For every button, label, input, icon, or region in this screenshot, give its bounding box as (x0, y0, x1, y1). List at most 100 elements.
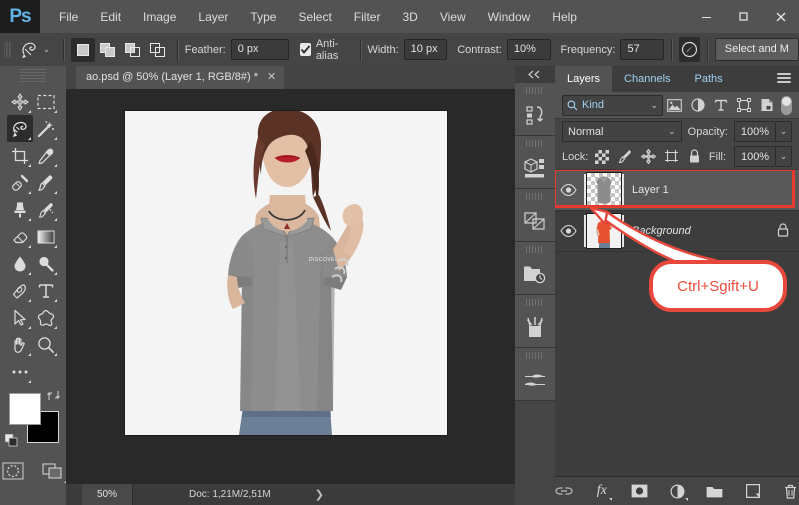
contrast-input[interactable]: 10% (506, 39, 551, 60)
menu-image[interactable]: Image (132, 6, 187, 28)
table-row[interactable]: Layer 1 (555, 170, 799, 211)
brush-tool[interactable] (33, 169, 59, 196)
tab-channels[interactable]: Channels (612, 66, 683, 92)
tab-paths[interactable]: Paths (682, 66, 735, 92)
path-selection-tool[interactable] (7, 304, 33, 331)
opacity-slider-caret[interactable]: ⌄ (776, 121, 792, 142)
filter-shape-icon[interactable] (732, 95, 755, 115)
rectangular-marquee-tool[interactable] (33, 88, 59, 115)
canvas-viewport[interactable]: DISCOVERY (66, 89, 515, 482)
swap-colors-icon[interactable] (47, 389, 60, 405)
lock-position-icon[interactable] (640, 148, 658, 166)
layer-visibility-toggle[interactable] (555, 184, 582, 196)
options-bar-grip[interactable] (4, 41, 12, 58)
default-colors-icon[interactable] (4, 433, 18, 447)
horizontal-type-tool[interactable] (33, 277, 59, 304)
magnetic-lasso-icon[interactable] (20, 37, 42, 62)
dock-item-history[interactable] (515, 242, 555, 295)
menu-layer[interactable]: Layer (187, 6, 239, 28)
custom-shape-tool[interactable] (33, 304, 59, 331)
eyedropper-tool[interactable] (33, 142, 59, 169)
document-tab[interactable]: ao.psd @ 50% (Layer 1, RGB/8#) * ✕ (76, 66, 285, 89)
zoom-level-input[interactable]: 50% (82, 484, 133, 505)
filter-pixel-icon[interactable] (663, 95, 686, 115)
tab-layers[interactable]: Layers (555, 66, 613, 92)
screen-mode-icon[interactable] (41, 459, 67, 483)
dodge-tool[interactable] (33, 250, 59, 277)
layer-name[interactable]: Layer 1 (632, 184, 669, 196)
add-to-selection-button[interactable] (96, 38, 120, 62)
dock-grip[interactable] (526, 87, 544, 94)
edit-toolbar-ellipsis[interactable] (7, 358, 33, 385)
quick-mask-icon[interactable] (1, 459, 25, 483)
clone-stamp-tool[interactable] (7, 196, 33, 223)
blend-mode-select[interactable]: Normal ⌄ (562, 121, 682, 142)
layer-visibility-toggle[interactable] (555, 225, 582, 237)
dock-grip[interactable] (526, 299, 544, 306)
select-and-mask-button[interactable]: Select and M (714, 38, 799, 61)
intersect-selection-button[interactable] (146, 38, 170, 62)
dock-grip[interactable] (526, 140, 544, 147)
menu-window[interactable]: Window (477, 6, 542, 28)
menu-view[interactable]: View (429, 6, 477, 28)
foreground-color-swatch[interactable] (9, 393, 41, 425)
table-row[interactable]: Background (555, 211, 799, 252)
dock-item-history-actions[interactable] (515, 83, 555, 136)
dock-item-brush-settings[interactable] (515, 348, 555, 401)
width-input[interactable]: 10 px (403, 39, 448, 60)
status-expand-icon[interactable]: ❯ (315, 488, 324, 501)
fill-input[interactable]: 100% (734, 146, 777, 167)
tool-preset-caret[interactable]: ⌄ (43, 44, 51, 55)
new-layer-icon[interactable] (744, 481, 762, 501)
double-chevron-left-icon[interactable] (515, 66, 555, 83)
filter-enable-toggle[interactable] (781, 95, 792, 115)
layer-filter-kind-select[interactable]: Kind ⌄ (562, 94, 663, 116)
eraser-tool[interactable] (7, 223, 33, 250)
chevron-down-icon[interactable]: ⌄ (668, 126, 676, 137)
filter-adjustment-icon[interactable] (686, 95, 709, 115)
filter-smart-object-icon[interactable] (755, 95, 778, 115)
menu-file[interactable]: File (48, 6, 89, 28)
tools-panel-grip[interactable] (20, 69, 46, 83)
delete-layer-icon[interactable] (781, 481, 799, 501)
new-group-icon[interactable] (706, 481, 724, 501)
menu-help[interactable]: Help (541, 6, 588, 28)
magnetic-lasso-tool[interactable] (7, 115, 33, 142)
move-tool[interactable] (7, 88, 33, 115)
menu-edit[interactable]: Edit (89, 6, 132, 28)
dock-grip[interactable] (526, 246, 544, 253)
fill-slider-caret[interactable]: ⌄ (776, 146, 793, 167)
link-layers-icon[interactable] (555, 481, 573, 501)
gradient-tool[interactable] (33, 223, 59, 250)
add-layer-mask-icon[interactable] (631, 481, 649, 501)
layer-thumbnail[interactable] (586, 213, 622, 249)
lock-all-icon[interactable] (686, 148, 704, 166)
new-fill-adjustment-icon[interactable] (668, 481, 688, 501)
opacity-input[interactable]: 100% (734, 121, 776, 142)
filter-type-icon[interactable] (709, 95, 732, 115)
frequency-input[interactable]: 57 (620, 39, 665, 60)
lock-transparent-pixels-icon[interactable] (593, 148, 611, 166)
close-button[interactable] (762, 0, 799, 33)
zoom-tool[interactable] (33, 331, 59, 358)
hand-tool[interactable] (7, 331, 33, 358)
antialias-checkbox[interactable] (299, 43, 311, 56)
dock-grip[interactable] (526, 193, 544, 200)
dock-item-3d[interactable] (515, 136, 555, 189)
dock-item-brushes[interactable] (515, 295, 555, 348)
maximize-button[interactable] (725, 0, 762, 33)
new-selection-button[interactable] (71, 37, 96, 62)
pen-pressure-icon[interactable] (678, 37, 701, 62)
crop-tool[interactable] (7, 142, 33, 169)
menu-3d[interactable]: 3D (391, 6, 428, 28)
canvas-image[interactable]: DISCOVERY (125, 111, 447, 435)
close-icon[interactable]: ✕ (267, 66, 276, 89)
chevron-down-icon[interactable]: ⌄ (650, 100, 658, 111)
dock-grip[interactable] (526, 352, 544, 359)
menu-type[interactable]: Type (239, 6, 287, 28)
subtract-from-selection-button[interactable] (121, 38, 145, 62)
history-brush-tool[interactable] (33, 196, 59, 223)
blur-tool[interactable] (7, 250, 33, 277)
feather-input[interactable]: 0 px (230, 39, 289, 60)
layer-name[interactable]: Background (632, 225, 691, 237)
